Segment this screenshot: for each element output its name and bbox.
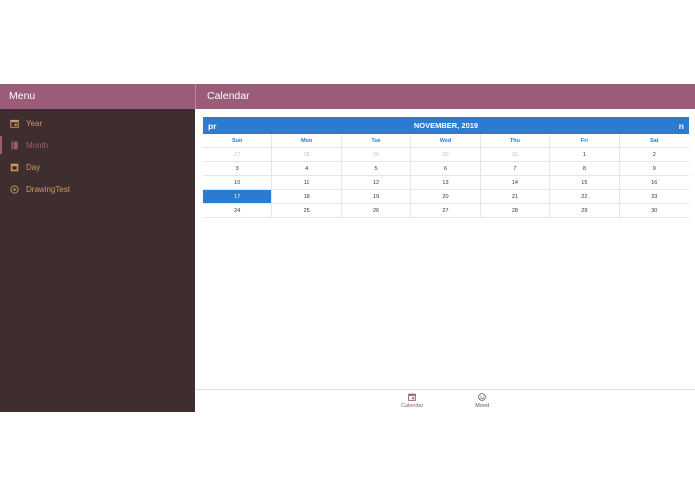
day-cell[interactable]: 30 [619,204,689,218]
day-cell[interactable]: 5 [341,162,412,176]
app-window: Menu Year Month Day DrawingTest Calendar… [0,84,695,412]
play-circle-icon [9,184,19,194]
bottom-nav-mood[interactable]: Mood [475,390,489,412]
day-cell[interactable]: 19 [341,190,412,204]
calendar-icon [9,118,19,128]
day-cell[interactable]: 29 [550,204,620,218]
day-cell[interactable]: 31 [480,148,551,162]
sidebar-item-label: DrawingTest [26,184,71,194]
day-cell[interactable]: 1 [550,148,620,162]
day-cell[interactable]: 2 [619,148,689,162]
bottom-nav-label: Calendar [400,403,424,409]
page-title: Calendar [195,84,695,109]
weekday-header: Thu [480,134,551,148]
day-cell[interactable]: 28 [272,148,342,162]
day-cell[interactable]: 11 [272,176,342,190]
month-title: NOVEMBER, 2019 [413,121,479,130]
day-cell[interactable]: 15 [550,176,620,190]
day-cell[interactable]: 26 [341,204,412,218]
sidebar-item-month[interactable]: Month [0,134,195,156]
book-icon [9,140,19,150]
calendar-header: pr NOVEMBER, 2019 n [203,117,689,134]
prev-month-button[interactable]: pr [208,121,217,131]
day-cell[interactable]: 13 [411,176,481,190]
day-cell[interactable]: 21 [480,190,551,204]
day-cell[interactable]: 28 [480,204,551,218]
month-calendar: pr NOVEMBER, 2019 n Sun Mon Tue Wed Thu … [203,117,689,218]
day-cell[interactable]: 3 [203,162,273,176]
day-cell[interactable]: 6 [411,162,481,176]
day-cell-selected[interactable]: 17 [203,190,273,204]
day-cell[interactable]: 18 [272,190,342,204]
sidebar-item-day[interactable]: Day [0,156,195,178]
sidebar-item-label: Year [26,118,43,128]
day-cell[interactable]: 9 [619,162,689,176]
smiley-icon [478,393,486,401]
weekday-header: Fri [550,134,620,148]
day-cell[interactable]: 16 [619,176,689,190]
sidebar-item-label: Day [26,162,41,172]
day-cell[interactable]: 24 [203,204,273,218]
next-month-button[interactable]: n [679,121,684,131]
day-cell[interactable]: 14 [480,176,551,190]
bottom-navigation: Calendar Mood [195,389,695,412]
bottom-nav-calendar[interactable]: Calendar [401,390,423,412]
day-cell[interactable]: 4 [272,162,342,176]
day-cell[interactable]: 23 [619,190,689,204]
sidebar-item-year[interactable]: Year [0,112,195,134]
main-panel: Calendar pr NOVEMBER, 2019 n Sun Mon Tue… [195,84,695,412]
weekday-header: Wed [411,134,481,148]
day-cell[interactable]: 22 [550,190,620,204]
weekday-header: Tue [341,134,412,148]
day-cell[interactable]: 25 [272,204,342,218]
sidebar-item-drawingtest[interactable]: DrawingTest [0,178,195,200]
calendar-day-icon [9,162,19,172]
day-cell[interactable]: 7 [480,162,551,176]
day-cell[interactable]: 27 [411,204,481,218]
sidebar: Menu Year Month Day DrawingTest [0,84,195,412]
day-cell[interactable]: 20 [411,190,481,204]
weekday-header: Mon [272,134,342,148]
calendar-icon [408,393,416,401]
day-cell[interactable]: 27 [203,148,273,162]
weekday-header: Sat [619,134,689,148]
sidebar-item-label: Month [26,140,49,150]
day-cell[interactable]: 30 [411,148,481,162]
day-cell[interactable]: 10 [203,176,273,190]
day-cell[interactable]: 8 [550,162,620,176]
day-cell[interactable]: 12 [341,176,412,190]
calendar-grid: Sun Mon Tue Wed Thu Fri Sat 27 28 29 30 … [203,134,689,218]
bottom-nav-label: Mood [475,403,490,409]
day-cell[interactable]: 29 [341,148,412,162]
weekday-header: Sun [203,134,273,148]
sidebar-title: Menu [0,84,195,109]
